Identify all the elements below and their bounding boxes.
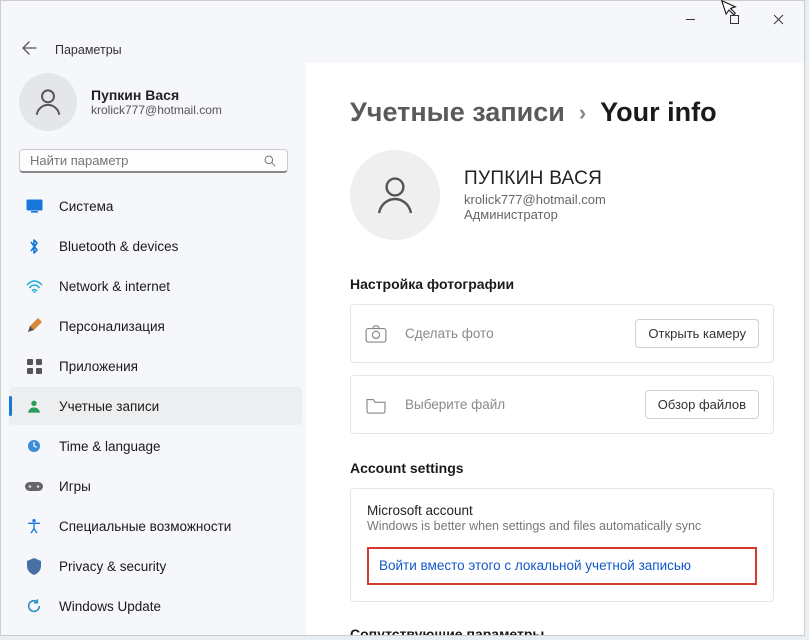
- update-icon: [25, 598, 43, 614]
- user-email: krolick777@hotmail.com: [91, 103, 222, 117]
- sidebar-item-system[interactable]: Система: [9, 187, 302, 225]
- close-icon: [773, 14, 784, 25]
- sidebar: Пупкин Вася krolick777@hotmail.com Систе…: [1, 63, 306, 635]
- apps-icon: [25, 359, 43, 374]
- nav-label: Network & internet: [59, 279, 170, 294]
- nav-label: Privacy & security: [59, 559, 166, 574]
- nav-list: Система Bluetooth & devices Network & in…: [5, 187, 302, 625]
- sidebar-item-bluetooth[interactable]: Bluetooth & devices: [9, 227, 302, 265]
- open-camera-button[interactable]: Открыть камеру: [635, 319, 759, 348]
- nav-label: Windows Update: [59, 599, 161, 614]
- microsoft-account-box: Microsoft account Windows is better when…: [350, 488, 774, 602]
- bluetooth-icon: [25, 238, 43, 255]
- system-icon: [25, 199, 43, 213]
- avatar: [19, 73, 77, 131]
- nav-label: Персонализация: [59, 319, 165, 334]
- take-photo-row: Сделать фото Открыть камеру: [350, 304, 774, 363]
- personalization-icon: [25, 318, 43, 334]
- back-arrow-icon: [21, 41, 37, 55]
- time-icon: [25, 438, 43, 454]
- sidebar-item-apps[interactable]: Приложения: [9, 347, 302, 385]
- minimize-button[interactable]: [668, 4, 712, 34]
- close-button[interactable]: [756, 4, 800, 34]
- app-title: Параметры: [55, 43, 122, 57]
- nav-label: Специальные возможности: [59, 519, 231, 534]
- ms-account-title: Microsoft account: [367, 503, 757, 518]
- take-photo-label: Сделать фото: [405, 326, 494, 341]
- nav-label: Учетные записи: [59, 399, 159, 414]
- back-button[interactable]: [21, 41, 37, 60]
- related-section-title: Сопутствующие параметры: [350, 626, 774, 635]
- user-block[interactable]: Пупкин Вася krolick777@hotmail.com: [5, 63, 302, 149]
- search-input[interactable]: [30, 153, 250, 168]
- breadcrumb: Учетные записи › Your info: [350, 97, 774, 128]
- local-account-link[interactable]: Войти вместо этого с локальной учетной з…: [379, 558, 691, 573]
- privacy-icon: [25, 558, 43, 575]
- page-title: Your info: [600, 97, 716, 128]
- sidebar-item-privacy[interactable]: Privacy & security: [9, 547, 302, 585]
- accounts-icon: [25, 398, 43, 414]
- accessibility-icon: [25, 518, 43, 534]
- nav-label: Time & language: [59, 439, 161, 454]
- account-section-title: Account settings: [350, 460, 774, 476]
- local-account-highlight: Войти вместо этого с локальной учетной з…: [367, 547, 757, 585]
- choose-file-label: Выберите файл: [405, 397, 505, 412]
- sidebar-item-network[interactable]: Network & internet: [9, 267, 302, 305]
- search-icon: [263, 154, 277, 168]
- network-icon: [25, 279, 43, 293]
- header-row: Параметры: [1, 37, 804, 63]
- camera-icon: [365, 325, 387, 343]
- settings-window: Параметры Пупкин Вася krolick777@hotmail…: [0, 0, 805, 636]
- sidebar-item-update[interactable]: Windows Update: [9, 587, 302, 625]
- user-name: Пупкин Вася: [91, 87, 222, 103]
- sidebar-item-accounts[interactable]: Учетные записи: [9, 387, 302, 425]
- browse-files-button[interactable]: Обзор файлов: [645, 390, 759, 419]
- gaming-icon: [25, 480, 43, 493]
- person-icon: [371, 171, 419, 219]
- main-content: Учетные записи › Your info ПУПКИН ВАСЯ k…: [306, 63, 804, 635]
- profile-block: ПУПКИН ВАСЯ krolick777@hotmail.com Админ…: [350, 150, 774, 240]
- nav-label: Bluetooth & devices: [59, 239, 178, 254]
- folder-icon: [365, 396, 387, 414]
- ms-account-sub: Windows is better when settings and file…: [367, 519, 757, 533]
- chevron-right-icon: ›: [579, 100, 586, 126]
- sidebar-item-personalization[interactable]: Персонализация: [9, 307, 302, 345]
- choose-file-row: Выберите файл Обзор файлов: [350, 375, 774, 434]
- breadcrumb-parent[interactable]: Учетные записи: [350, 97, 565, 128]
- nav-label: Система: [59, 199, 113, 214]
- profile-avatar: [350, 150, 440, 240]
- nav-label: Приложения: [59, 359, 138, 374]
- nav-label: Игры: [59, 479, 91, 494]
- minimize-icon: [685, 14, 696, 25]
- sidebar-item-time[interactable]: Time & language: [9, 427, 302, 465]
- profile-email: krolick777@hotmail.com: [464, 192, 606, 207]
- sidebar-item-gaming[interactable]: Игры: [9, 467, 302, 505]
- person-icon: [31, 85, 65, 119]
- profile-name: ПУПКИН ВАСЯ: [464, 168, 606, 190]
- photo-section-title: Настройка фотографии: [350, 276, 774, 292]
- search-box[interactable]: [19, 149, 288, 173]
- sidebar-item-accessibility[interactable]: Специальные возможности: [9, 507, 302, 545]
- profile-role: Администратор: [464, 207, 606, 222]
- titlebar: [1, 1, 804, 37]
